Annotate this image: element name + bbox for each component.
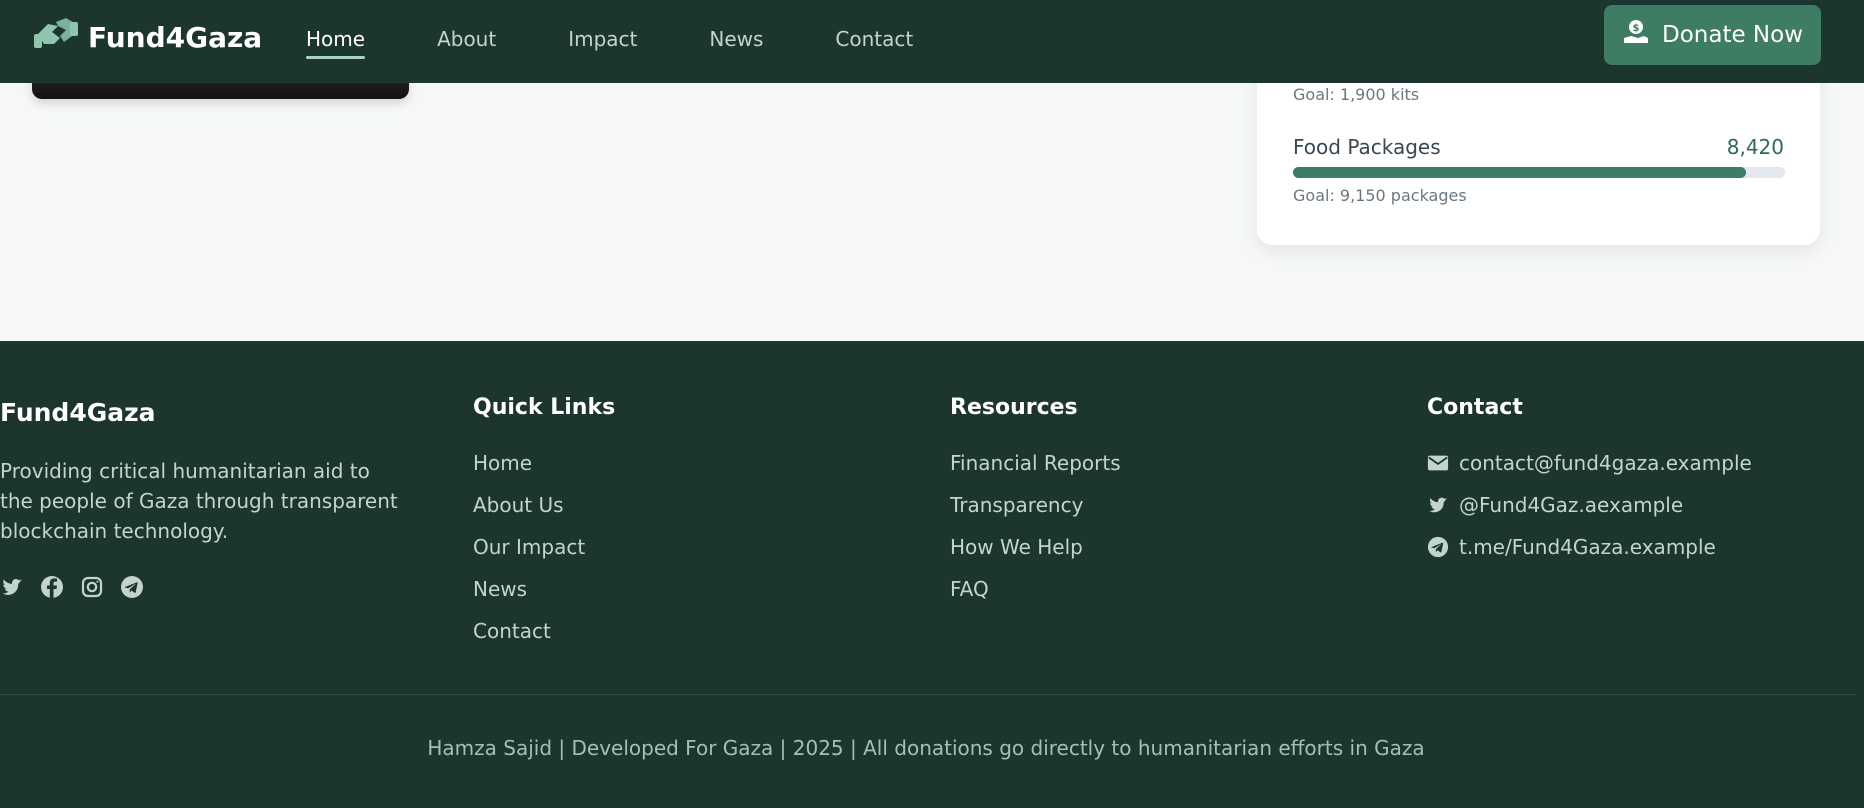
- footer-link-contact[interactable]: Contact: [473, 619, 551, 643]
- footer-link-transparency[interactable]: Transparency: [950, 493, 1083, 517]
- brand-name: Fund4Gaza: [88, 21, 263, 54]
- nav-contact[interactable]: Contact: [829, 21, 919, 57]
- resources-title: Resources: [950, 395, 1078, 420]
- resources-list: Financial Reports Transparency How We He…: [950, 451, 1121, 619]
- food-packages-progress-fill: [1293, 167, 1746, 178]
- contact-telegram-link[interactable]: t.me/Fund4Gaza.example: [1459, 535, 1716, 559]
- footer-divider: [0, 694, 1856, 695]
- footer-link-faq[interactable]: FAQ: [950, 577, 989, 601]
- telegram-icon[interactable]: [120, 575, 144, 599]
- contact-list: contact@fund4gaza.example @Fund4Gaz.aexa…: [1427, 451, 1752, 577]
- nav-news[interactable]: News: [703, 21, 769, 57]
- nav-home[interactable]: Home: [300, 21, 371, 59]
- site-footer: Fund4Gaza Providing critical humanitaria…: [0, 341, 1864, 808]
- twitter-icon: [1427, 493, 1449, 521]
- kits-goal-text: Goal: 1,900 kits: [1293, 85, 1420, 104]
- instagram-icon[interactable]: [80, 575, 104, 599]
- top-navbar: Fund4Gaza Home About Impact News Contact…: [0, 0, 1864, 83]
- food-packages-value: 8,420: [1726, 135, 1784, 159]
- list-item: Financial Reports: [950, 451, 1121, 493]
- contact-email-link[interactable]: contact@fund4gaza.example: [1459, 451, 1752, 475]
- food-packages-goal-text: Goal: 9,150 packages: [1293, 186, 1467, 205]
- quick-links-list: Home About Us Our Impact News Contact: [473, 451, 585, 661]
- nav-about[interactable]: About: [431, 21, 502, 57]
- list-item: How We Help: [950, 535, 1121, 577]
- list-item: t.me/Fund4Gaza.example: [1427, 535, 1752, 577]
- twitter-icon[interactable]: [0, 575, 24, 599]
- footer-link-our-impact[interactable]: Our Impact: [473, 535, 585, 559]
- footer-link-home[interactable]: Home: [473, 451, 532, 475]
- social-links: [0, 575, 144, 599]
- nav-impact[interactable]: Impact: [562, 21, 643, 57]
- contact-twitter-link[interactable]: @Fund4Gaz.aexample: [1459, 493, 1683, 517]
- footer-brand: Fund4Gaza: [0, 398, 156, 427]
- donation-hand-icon: $: [1622, 18, 1650, 52]
- list-item: @Fund4Gaz.aexample: [1427, 493, 1752, 535]
- nav-links: Home About Impact News Contact: [300, 0, 979, 77]
- brand-logo-link[interactable]: Fund4Gaza: [32, 14, 262, 61]
- food-packages-label: Food Packages: [1293, 135, 1441, 159]
- list-item: contact@fund4gaza.example: [1427, 451, 1752, 493]
- envelope-icon: [1427, 451, 1449, 479]
- handshake-icon: [32, 14, 78, 61]
- list-item: Contact: [473, 619, 585, 661]
- donate-now-button[interactable]: $ Donate Now: [1604, 5, 1821, 65]
- list-item: News: [473, 577, 585, 619]
- facebook-icon[interactable]: [40, 575, 64, 599]
- list-item: Transparency: [950, 493, 1121, 535]
- svg-text:$: $: [1633, 23, 1640, 34]
- donate-now-label: Donate Now: [1661, 22, 1804, 48]
- copyright-text: Hamza Sajid | Developed For Gaza | 2025 …: [427, 736, 1425, 760]
- list-item: About Us: [473, 493, 585, 535]
- contact-title: Contact: [1427, 395, 1523, 420]
- telegram-icon: [1427, 535, 1449, 563]
- list-item: Home: [473, 451, 585, 493]
- quick-links-title: Quick Links: [473, 395, 616, 420]
- footer-description: Providing critical humanitarian aid to t…: [0, 459, 398, 543]
- list-item: Our Impact: [473, 535, 585, 577]
- footer-link-news[interactable]: News: [473, 577, 527, 601]
- food-packages-progress-bar: [1293, 167, 1785, 178]
- list-item: FAQ: [950, 577, 1121, 619]
- footer-link-financial-reports[interactable]: Financial Reports: [950, 451, 1121, 475]
- footer-link-about-us[interactable]: About Us: [473, 493, 564, 517]
- footer-link-how-we-help[interactable]: How We Help: [950, 535, 1083, 559]
